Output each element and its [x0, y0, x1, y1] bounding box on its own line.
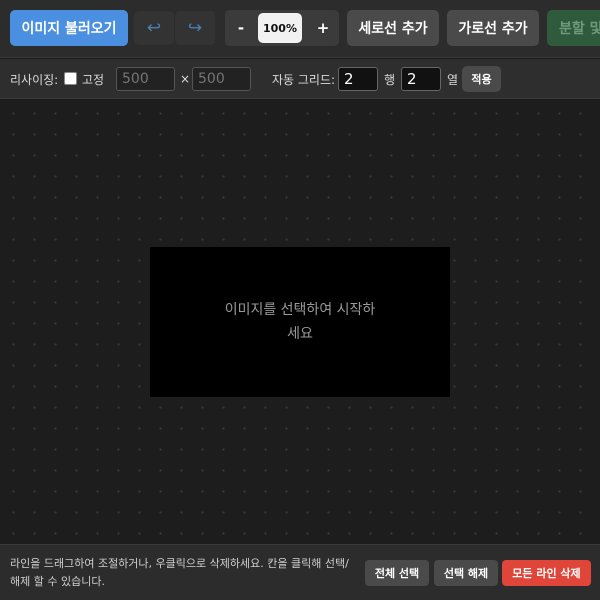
split-button[interactable]: 분할 및 [547, 10, 600, 46]
grid-rows-input[interactable] [338, 67, 378, 91]
main-toolbar: 이미지 불러오기 ↩ ↪ - 100% + 세로선 추가 가로선 추가 분할 및 [0, 0, 600, 58]
redo-icon: ↪ [187, 18, 203, 38]
zoom-out-button[interactable]: - [225, 10, 257, 46]
auto-grid-label: 자동 그리드: [272, 72, 336, 87]
add-horizontal-line-button[interactable]: 가로선 추가 [447, 10, 539, 46]
delete-all-lines-button[interactable]: 모든 라인 삭제 [502, 560, 591, 586]
grid-cols-input[interactable] [401, 67, 441, 91]
undo-button[interactable]: ↩ [134, 11, 174, 45]
select-all-button[interactable]: 전체 선택 [365, 560, 429, 586]
zoom-control: - 100% + [225, 10, 339, 46]
fixed-label: 고정 [82, 72, 105, 87]
fixed-checkbox[interactable] [64, 72, 77, 85]
apply-grid-button[interactable]: 적용 [462, 66, 501, 92]
resize-width-input[interactable] [116, 67, 175, 91]
zoom-level[interactable]: 100% [258, 13, 302, 43]
add-vertical-line-button[interactable]: 세로선 추가 [347, 10, 439, 46]
hint-text: 라인을 드래그하여 조절하거나, 우클릭으로 삭제하세요. 칸을 클릭해 선택/… [10, 557, 349, 588]
rows-unit: 행 [384, 72, 396, 87]
options-bar: 리사이징: 고정 × 자동 그리드: 행 열 [0, 59, 600, 99]
redo-button[interactable]: ↪ [175, 11, 215, 45]
cols-unit: 열 [447, 72, 459, 87]
zoom-in-button[interactable]: + [307, 10, 339, 46]
undo-icon: ↩ [146, 18, 162, 38]
resize-label: 리사이징: [10, 72, 59, 87]
placeholder-text: 이미지를 선택하여 시작하세요 [224, 302, 376, 342]
deselect-button[interactable]: 선택 해제 [434, 560, 498, 586]
image-placeholder[interactable]: 이미지를 선택하여 시작하세요 [150, 247, 450, 397]
load-image-button[interactable]: 이미지 불러오기 [10, 10, 128, 46]
times-sign: × [180, 72, 191, 86]
canvas-area[interactable]: 이미지를 선택하여 시작하세요 [0, 100, 600, 544]
resize-height-input[interactable] [192, 67, 251, 91]
